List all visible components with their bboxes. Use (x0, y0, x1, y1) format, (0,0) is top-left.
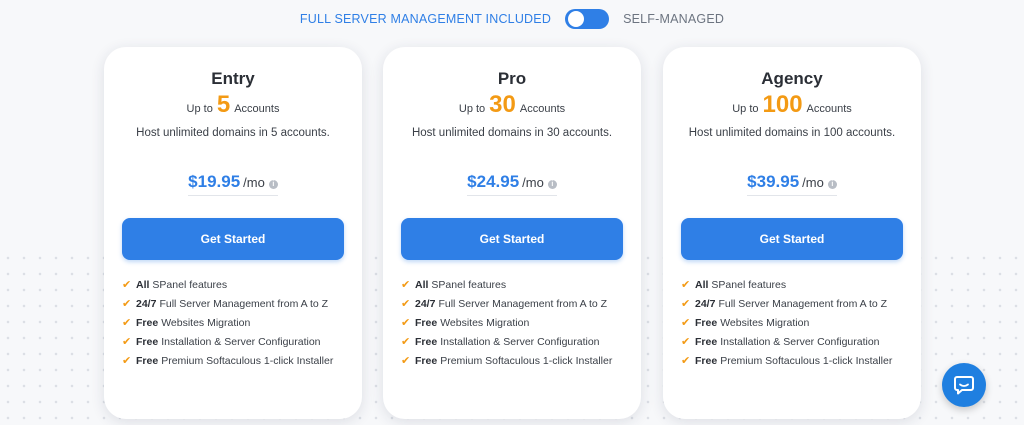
plan-price-block: $24.95 /mo i (467, 172, 557, 196)
check-icon: ✔ (401, 279, 411, 291)
plan-card-agency: Agency Up to 100 Accounts Host unlimited… (663, 47, 921, 419)
up-to-label: Up to (186, 103, 213, 115)
list-item: ✔ Free Websites Migration (681, 316, 810, 330)
plan-price: $24.95 (467, 172, 520, 191)
chat-icon (954, 376, 974, 395)
check-icon: ✔ (122, 355, 132, 367)
pricing-page: FULL SERVER MANAGEMENT INCLUDED SELF-MAN… (0, 0, 1024, 425)
feature-list: ✔ All SPanel features ✔ 24/7 Full Server Man… (681, 275, 903, 370)
list-item: ✔ Free Websites Migration (401, 316, 530, 330)
check-icon: ✔ (401, 317, 411, 329)
info-icon[interactable]: i (268, 180, 278, 189)
plan-price-block: $39.95 /mo i (747, 172, 837, 196)
plan-description: Host unlimited domains in 30 accounts. (411, 127, 613, 139)
accounts-count: 30 (489, 91, 516, 118)
plan-card-pro: Pro Up to 30 Accounts Host unlimited dom… (383, 47, 641, 419)
check-icon: ✔ (681, 336, 691, 348)
plan-name: Agency (761, 69, 823, 88)
toggle-knob (568, 11, 585, 27)
list-item: ✔ 24/7 Full Server Management from A to Z (681, 297, 888, 311)
plan-description: Host unlimited domains in 5 accounts. (136, 127, 330, 139)
plan-price: $39.95 (747, 172, 800, 191)
get-started-button[interactable]: Get Started (401, 218, 623, 260)
feature-list: ✔ All SPanel features ✔ 24/7 Full Server Man… (401, 275, 623, 370)
list-item: ✔ All SPanel features (681, 278, 787, 292)
up-to-label: Up to (458, 103, 486, 115)
full-management-label[interactable]: FULL SERVER MANAGEMENT INCLUDED (300, 12, 551, 26)
self-managed-label[interactable]: SELF-MANAGED (623, 12, 724, 26)
check-icon: ✔ (122, 298, 132, 310)
list-item: ✔ All SPanel features (401, 278, 507, 292)
plan-accounts: Up to 100 Accounts (681, 93, 903, 121)
list-item: ✔ All SPanel features (122, 278, 228, 292)
list-item: ✔ 24/7 Full Server Management from A to Z (122, 297, 329, 311)
list-item: ✔ Free Premium Softaculous 1-click Install… (122, 354, 334, 368)
management-toggle-bar: FULL SERVER MANAGEMENT INCLUDED SELF-MAN… (0, 8, 1024, 30)
info-icon[interactable]: i (827, 180, 837, 189)
check-icon: ✔ (681, 317, 691, 329)
accounts-count: 100 (762, 91, 803, 118)
check-icon: ✔ (401, 355, 411, 367)
get-started-button[interactable]: Get Started (681, 218, 903, 260)
up-to-label: Up to (732, 103, 759, 115)
check-icon: ✔ (122, 317, 132, 329)
plan-accounts: Up to 5 Accounts (122, 93, 344, 121)
accounts-label: Accounts (806, 103, 852, 115)
plan-price-block: $19.95 /mo i (188, 172, 278, 196)
list-item: ✔ Free Installation & Server Configuration (681, 335, 880, 349)
check-icon: ✔ (122, 336, 132, 348)
check-icon: ✔ (122, 279, 132, 291)
plan-description: Host unlimited domains in 100 accounts. (688, 127, 896, 139)
chat-button[interactable] (942, 363, 986, 407)
accounts-label: Accounts (234, 103, 280, 115)
management-toggle-switch[interactable] (565, 9, 610, 29)
price-period: /mo (522, 175, 544, 190)
check-icon: ✔ (681, 279, 691, 291)
list-item: ✔ Free Websites Migration (122, 316, 251, 330)
price-period: /mo (243, 175, 265, 190)
accounts-label: Accounts (519, 103, 566, 115)
accounts-count: 5 (216, 91, 231, 118)
plan-price: $19.95 (188, 172, 241, 191)
info-icon[interactable]: i (547, 180, 557, 189)
list-item: ✔ 24/7 Full Server Management from A to Z (401, 297, 608, 311)
list-item: ✔ Free Installation & Server Configuration (122, 335, 321, 349)
get-started-button[interactable]: Get Started (122, 218, 344, 260)
plan-accounts: Up to 30 Accounts (401, 93, 623, 121)
feature-list: ✔ All SPanel features ✔ 24/7 Full Server Man… (122, 275, 344, 370)
check-icon: ✔ (681, 355, 691, 367)
check-icon: ✔ (681, 298, 691, 310)
plan-card-entry: Entry Up to 5 Accounts Host unlimited do… (104, 47, 362, 419)
list-item: ✔ Free Installation & Server Configuration (401, 335, 600, 349)
list-item: ✔ Free Premium Softaculous 1-click Install… (401, 354, 613, 368)
price-period: /mo (802, 175, 824, 190)
plan-name: Pro (497, 69, 527, 88)
check-icon: ✔ (401, 336, 411, 348)
check-icon: ✔ (401, 298, 411, 310)
list-item: ✔ Free Premium Softaculous 1-click Install… (681, 354, 893, 368)
plan-name: Entry (211, 69, 255, 88)
